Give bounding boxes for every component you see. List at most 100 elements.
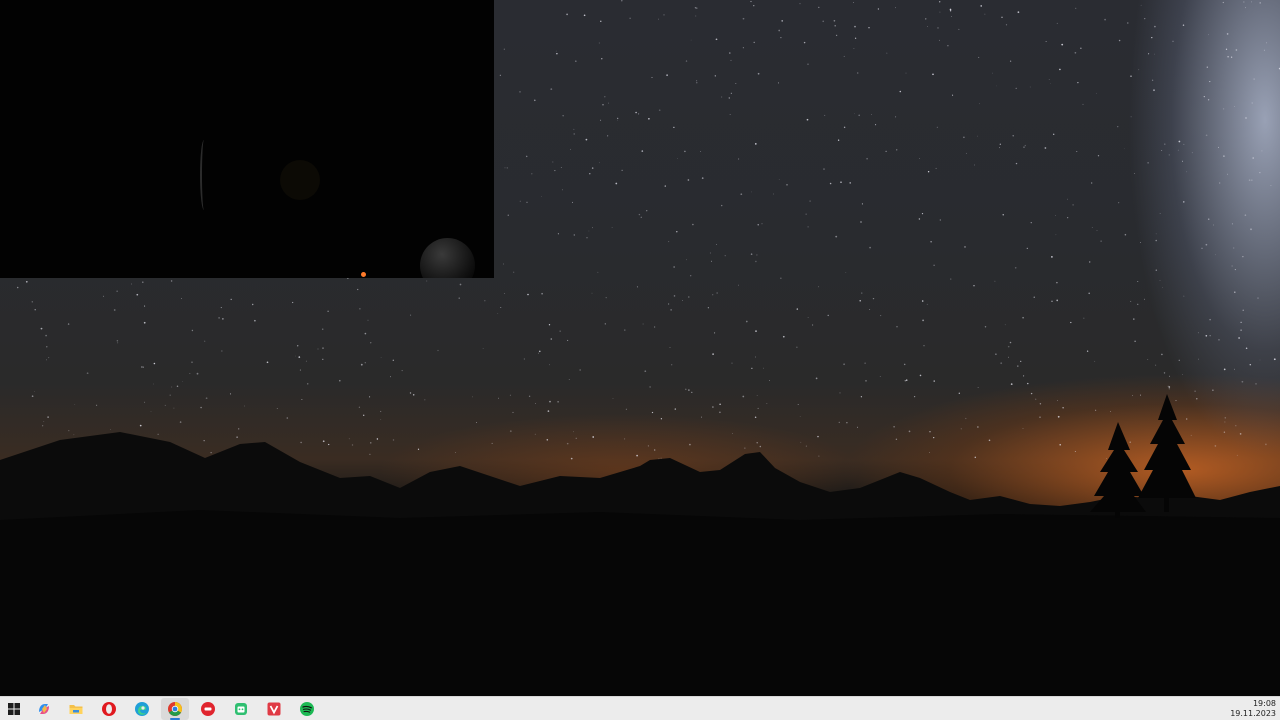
video-player-window[interactable] [0,0,494,278]
star [658,18,659,20]
star [995,353,997,355]
taskbar-app-green[interactable] [227,698,255,720]
star [559,330,561,332]
star [1159,213,1161,214]
star [754,143,757,145]
star [780,36,782,39]
spotify-icon [300,702,314,716]
star [144,305,146,307]
star [763,367,764,369]
star [222,318,224,320]
taskbar-app-spotify[interactable] [293,698,321,720]
star [1155,239,1157,242]
folder-icon [69,705,83,714]
star [1225,48,1228,50]
star [756,254,758,256]
star [812,324,814,326]
taskbar-app-chrome[interactable] [161,698,189,720]
star [1209,81,1211,83]
star [583,14,586,17]
star [809,200,811,202]
star [695,15,697,17]
star [822,20,824,23]
star [1005,24,1008,26]
taskbar-app-vivaldi[interactable] [260,698,288,720]
star [1223,155,1225,157]
star [1161,353,1163,356]
star [903,363,906,366]
star [598,162,600,164]
star [538,352,539,354]
star [1002,214,1004,216]
star [1251,1,1253,3]
taskbar-app-edge[interactable] [128,698,156,720]
star [1205,134,1208,137]
star [651,77,653,79]
star [761,223,763,225]
star [1177,149,1179,151]
star [1118,202,1120,204]
taskbar-app-opera[interactable] [95,698,123,720]
star [692,223,694,226]
star [585,138,588,141]
star [1168,154,1170,156]
star [686,259,687,261]
star [755,330,757,332]
start-button[interactable] [0,698,28,720]
video-frame-light [361,272,366,277]
star [753,41,755,44]
star [682,299,683,301]
star [591,292,593,294]
taskbar-app-copilot[interactable] [30,698,58,720]
star [806,118,809,121]
star [738,158,740,160]
star [1088,292,1090,295]
star [973,284,975,287]
star [359,308,361,310]
star [753,5,755,7]
star [992,72,993,74]
star [1130,116,1132,118]
star [644,370,647,373]
star [572,201,573,203]
star [664,185,666,187]
star [755,260,757,263]
star [977,135,978,137]
star [550,88,553,90]
star [984,13,986,15]
star [1159,280,1161,281]
star [116,340,119,342]
star [196,372,199,375]
copilot-icon [39,704,49,714]
star [1082,103,1084,105]
star [1261,150,1263,152]
star [939,219,941,221]
star [230,298,232,301]
star [939,11,941,13]
star [1253,78,1255,80]
star [1153,53,1155,55]
star [918,218,921,220]
star [254,319,256,322]
star [503,263,504,265]
star [965,152,967,154]
star [1100,240,1102,242]
star [860,221,862,223]
star [1223,368,1226,371]
star [296,345,299,347]
taskbar-app-file-explorer[interactable] [62,698,90,720]
star [601,58,603,60]
star [880,315,882,317]
star [668,241,670,243]
star [1023,375,1025,377]
star [1227,173,1229,175]
star [773,193,774,195]
star [1052,133,1055,136]
star [458,297,460,299]
star [1014,266,1017,269]
system-clock[interactable]: 19:08 19.11.2023 [1224,699,1276,719]
star [1270,185,1272,187]
taskbar-app-red[interactable] [194,698,222,720]
star [504,167,506,169]
star [1024,144,1026,147]
